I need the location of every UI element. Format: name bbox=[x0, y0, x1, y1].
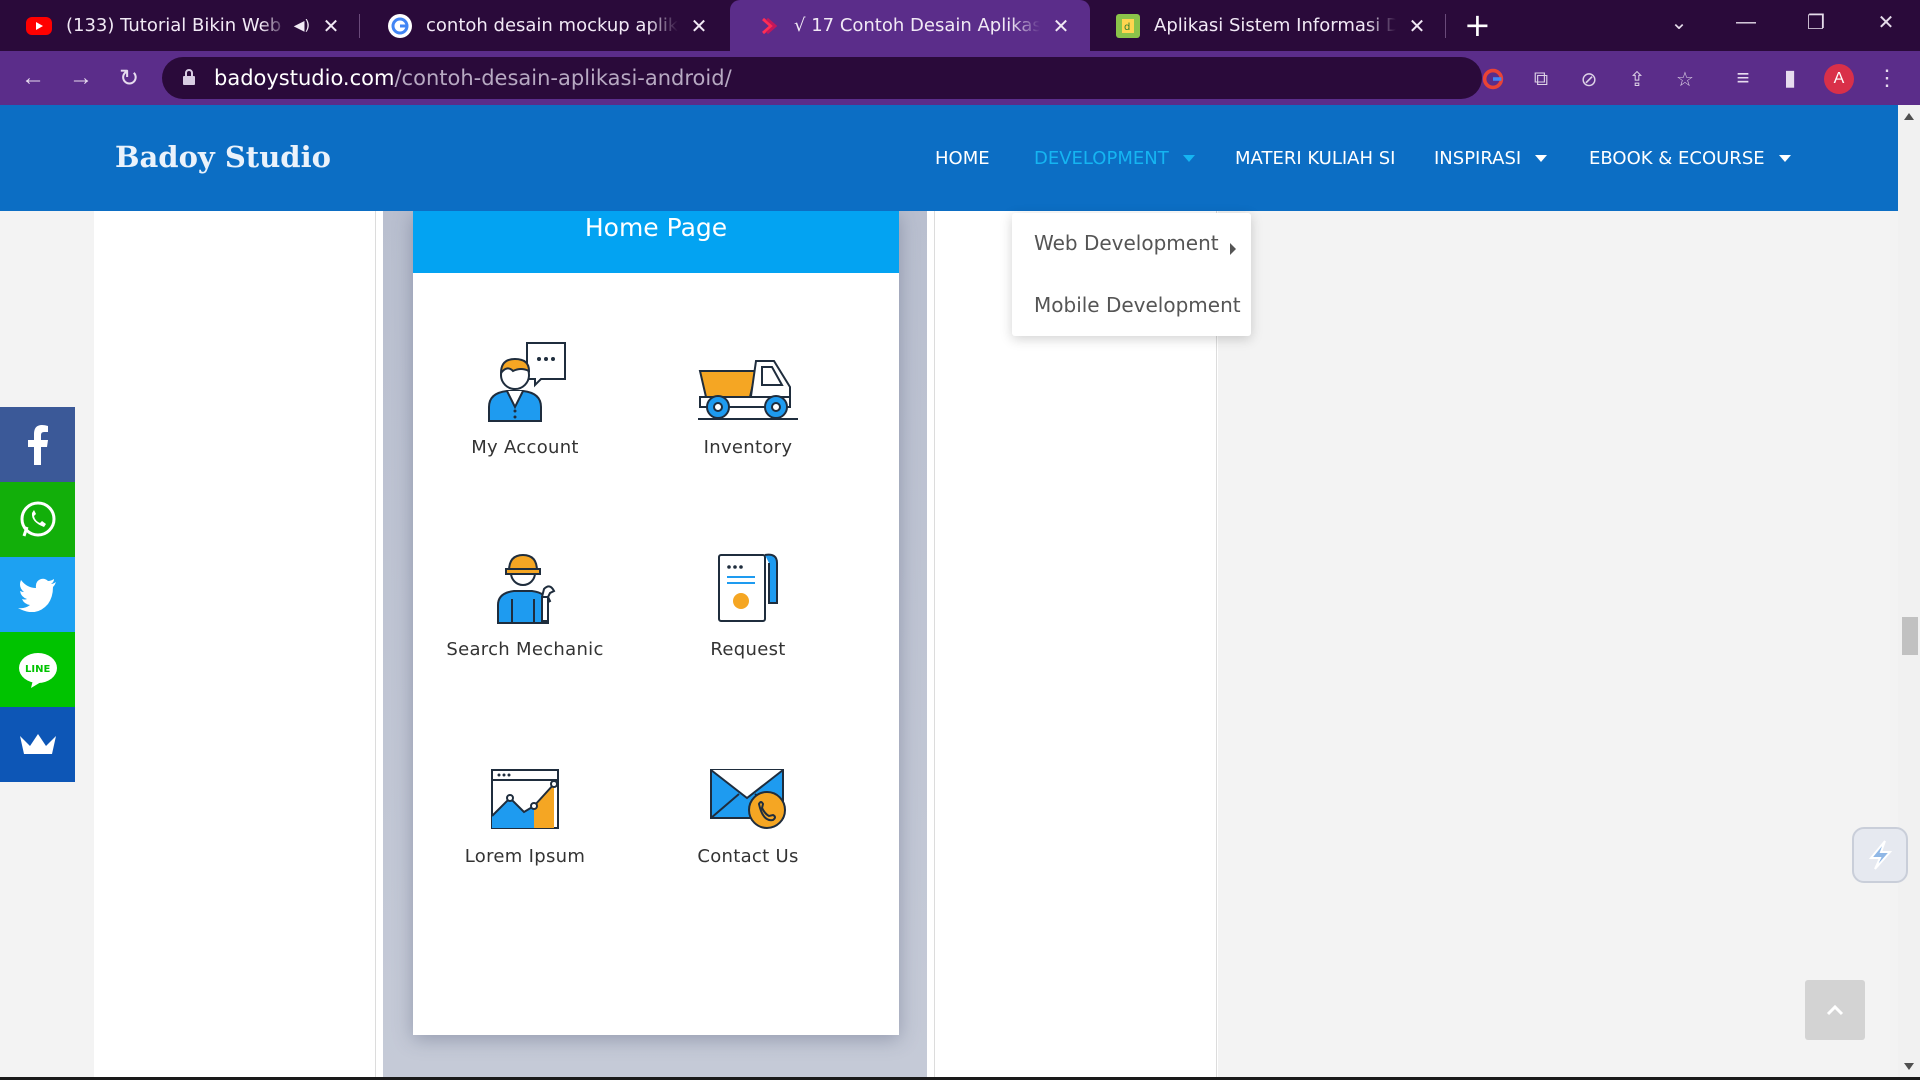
scroll-up-icon[interactable] bbox=[1904, 113, 1914, 120]
minimize-icon[interactable]: — bbox=[1722, 0, 1770, 44]
tab-google[interactable]: contoh desain mockup aplikasi si ✕ bbox=[362, 0, 728, 51]
share-whatsapp[interactable] bbox=[0, 482, 75, 557]
mockup-item-inventory: Inventory bbox=[638, 341, 858, 458]
phone-mockup: Home Page My Account Inventory Search Me… bbox=[413, 211, 899, 1035]
side-panel-icon[interactable]: ▮ bbox=[1775, 63, 1805, 93]
close-tab-icon[interactable]: ✕ bbox=[688, 14, 710, 38]
caret-down-icon bbox=[1535, 155, 1548, 162]
tab-badoy-active[interactable]: √ 17 Contoh Desain Aplikasi And ✕ bbox=[730, 0, 1090, 51]
scrollbar-thumb[interactable] bbox=[1902, 617, 1918, 655]
restore-icon[interactable]: ❐ bbox=[1792, 0, 1840, 44]
nav-inspirasi[interactable]: INSPIRASI bbox=[1434, 148, 1548, 169]
browser-toolbar: ← → ↻ badoystudio.com/contoh-desain-apli… bbox=[0, 51, 1920, 105]
mockup-item-contact-us: Contact Us bbox=[638, 766, 858, 867]
mechanic-icon bbox=[497, 553, 556, 624]
profile-avatar[interactable]: A bbox=[1824, 64, 1854, 94]
share-icon[interactable]: ⇪ bbox=[1624, 68, 1650, 91]
facebook-icon bbox=[27, 424, 48, 465]
tab-aplikasi[interactable]: d Aplikasi Sistem Informasi Desa | D ✕ bbox=[1090, 0, 1446, 51]
whatsapp-icon bbox=[20, 501, 55, 536]
share-line[interactable]: LINE bbox=[0, 632, 75, 707]
kebab-menu-icon[interactable]: ⋮ bbox=[1872, 63, 1902, 93]
mockup-item-label: My Account bbox=[471, 437, 579, 458]
chevron-up-icon bbox=[1826, 1004, 1844, 1016]
column-divider bbox=[934, 211, 935, 1080]
floating-widget-button[interactable] bbox=[1852, 827, 1908, 883]
nav-home[interactable]: HOME bbox=[935, 148, 990, 169]
mockup-item-lorem-ipsum: Lorem Ipsum bbox=[415, 766, 635, 867]
lock-icon bbox=[183, 69, 195, 85]
address-bar[interactable]: badoystudio.com/contoh-desain-aplikasi-a… bbox=[162, 57, 1694, 99]
close-tab-icon[interactable]: ✕ bbox=[1050, 14, 1072, 38]
reading-list-icon[interactable]: ≡ bbox=[1728, 63, 1758, 93]
mockup-item-request: Request bbox=[638, 549, 858, 660]
mockup-item-my-account: My Account bbox=[415, 341, 635, 458]
page-viewport: Badoy Studio HOME DEVELOPMENT MATERI KUL… bbox=[0, 105, 1920, 1080]
column-divider bbox=[1216, 211, 1217, 1080]
eye-off-icon[interactable]: ⊘ bbox=[1576, 68, 1602, 91]
translate-icon[interactable]: ⧉ bbox=[1528, 68, 1554, 90]
mockup-header: Home Page bbox=[413, 211, 899, 273]
google-lens-icon[interactable] bbox=[1480, 68, 1506, 90]
back-icon[interactable]: ← bbox=[14, 59, 52, 97]
mockup-item-label: Inventory bbox=[703, 437, 793, 458]
nav-ebook-ecourse[interactable]: EBOOK & ECOURSE bbox=[1589, 148, 1791, 169]
column-divider bbox=[375, 211, 376, 1080]
forward-icon[interactable]: → bbox=[62, 59, 100, 97]
mockup-item-label: Lorem Ipsum bbox=[464, 846, 586, 867]
truck-icon bbox=[698, 360, 798, 420]
dropdown-item-web-development[interactable]: Web Development bbox=[1034, 231, 1219, 255]
share-facebook[interactable] bbox=[0, 407, 75, 482]
share-sumo[interactable] bbox=[0, 707, 75, 782]
tab-search-icon[interactable]: ⌄ bbox=[1655, 0, 1703, 44]
browser-tab-bar: (133) Tutorial Bikin Web Desa ◀) ✕ conto… bbox=[0, 0, 1920, 51]
account-icon bbox=[488, 342, 566, 422]
speaker-icon[interactable]: ◀) bbox=[294, 18, 310, 34]
chart-icon bbox=[491, 769, 559, 829]
tab-title: (133) Tutorial Bikin Web Desa bbox=[66, 15, 288, 36]
mail-icon bbox=[710, 769, 786, 829]
google-icon bbox=[388, 13, 412, 38]
twitter-icon bbox=[17, 578, 56, 612]
line-icon: LINE bbox=[18, 652, 57, 688]
tab-youtube[interactable]: (133) Tutorial Bikin Web Desa ◀) ✕ bbox=[0, 0, 360, 51]
caret-right-icon bbox=[1230, 243, 1236, 255]
doc-icon: d bbox=[1116, 13, 1140, 38]
tab-title: contoh desain mockup aplikasi si bbox=[426, 15, 678, 36]
request-icon bbox=[718, 553, 778, 622]
page-scrollbar[interactable] bbox=[1898, 105, 1920, 1080]
tab-title: Aplikasi Sistem Informasi Desa | D bbox=[1154, 15, 1396, 36]
tab-title: √ 17 Contoh Desain Aplikasi And bbox=[794, 15, 1040, 36]
mockup-item-search-mechanic: Search Mechanic bbox=[415, 549, 635, 660]
nav-development[interactable]: DEVELOPMENT bbox=[1034, 148, 1195, 169]
dropdown-item-mobile-development[interactable]: Mobile Development bbox=[1034, 293, 1241, 317]
badoy-icon bbox=[756, 14, 780, 38]
share-twitter[interactable] bbox=[0, 557, 75, 632]
back-to-top-button[interactable] bbox=[1805, 980, 1865, 1040]
close-tab-icon[interactable]: ✕ bbox=[320, 14, 342, 38]
bolt-icon bbox=[1868, 840, 1893, 870]
caret-down-icon bbox=[1182, 155, 1195, 162]
site-brand[interactable]: Badoy Studio bbox=[115, 140, 331, 174]
star-icon[interactable]: ☆ bbox=[1672, 68, 1698, 91]
url-text: badoystudio.com/contoh-desain-aplikasi-a… bbox=[214, 66, 732, 90]
development-dropdown: Web Development Mobile Development bbox=[1012, 213, 1251, 336]
close-window-icon[interactable]: ✕ bbox=[1862, 0, 1910, 44]
youtube-icon bbox=[26, 16, 52, 35]
svg-text:LINE: LINE bbox=[25, 664, 50, 675]
mockup-item-label: Request bbox=[710, 639, 786, 660]
reload-icon[interactable]: ↻ bbox=[110, 59, 148, 97]
svg-text:d: d bbox=[1124, 22, 1130, 33]
sumo-icon bbox=[19, 733, 56, 754]
new-tab-button[interactable]: + bbox=[1464, 6, 1491, 44]
mockup-item-label: Search Mechanic bbox=[446, 639, 604, 660]
nav-materi-kuliah-si[interactable]: MATERI KULIAH SI bbox=[1235, 148, 1396, 169]
scroll-down-icon[interactable] bbox=[1904, 1063, 1914, 1070]
caret-down-icon bbox=[1778, 155, 1791, 162]
close-tab-icon[interactable]: ✕ bbox=[1406, 14, 1428, 38]
site-header: Badoy Studio HOME DEVELOPMENT MATERI KUL… bbox=[0, 105, 1898, 211]
mockup-title: Home Page bbox=[584, 213, 728, 242]
mockup-item-label: Contact Us bbox=[697, 846, 799, 867]
